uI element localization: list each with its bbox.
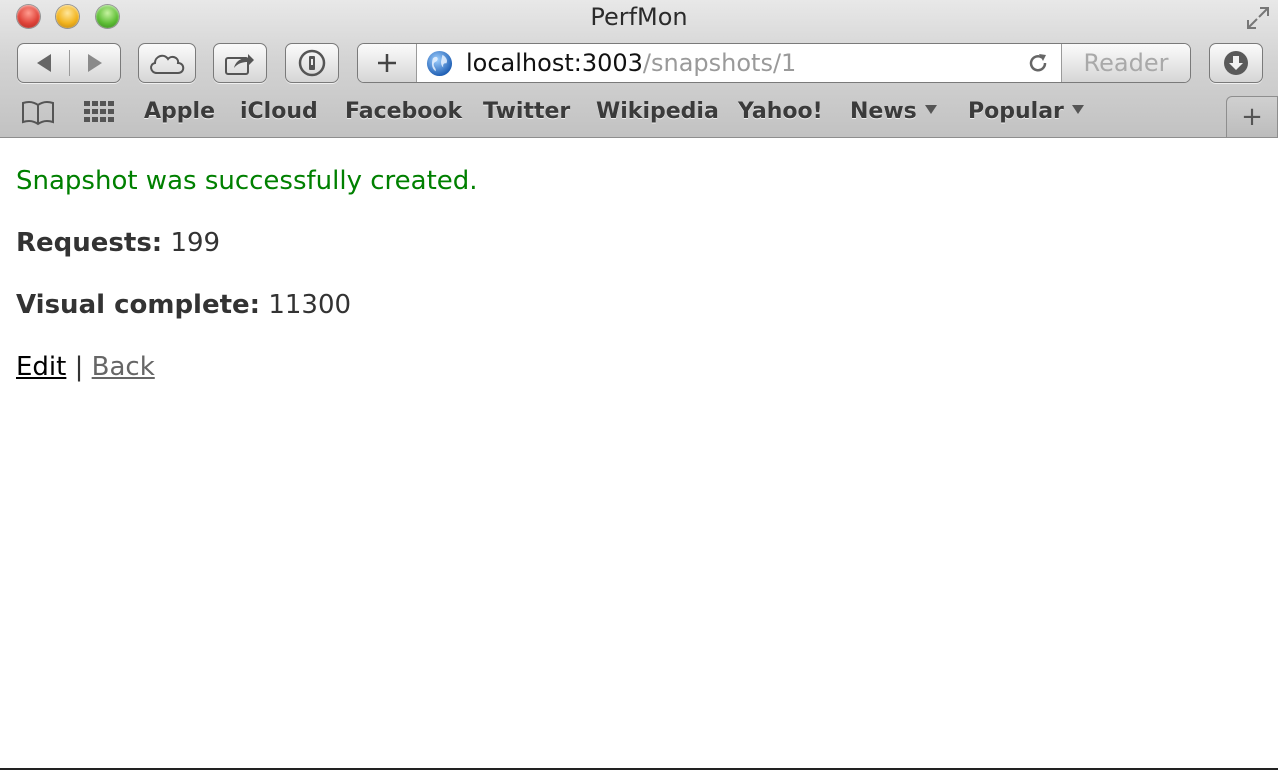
nav-divider — [69, 50, 70, 76]
requests-row: Requests: 199 — [16, 228, 220, 258]
bookmarks-bar: Apple iCloud Facebook Twitter Wikipedia … — [0, 92, 1278, 132]
password-manager-button[interactable] — [285, 43, 339, 83]
bookmark-wikipedia[interactable]: Wikipedia — [596, 92, 719, 132]
requests-label: Requests: — [16, 228, 163, 258]
reload-icon[interactable] — [1026, 51, 1050, 75]
requests-value: 199 — [170, 228, 221, 258]
visual-complete-row: Visual complete: 11300 — [16, 290, 351, 320]
plus-icon — [378, 54, 396, 72]
fullscreen-icon[interactable] — [1244, 4, 1272, 32]
download-icon — [1224, 51, 1248, 75]
reading-list-icon[interactable] — [21, 98, 55, 126]
reader-button[interactable]: Reader — [1061, 44, 1190, 82]
url-path: /snapshots/1 — [642, 49, 797, 77]
success-notice: Snapshot was successfully created. — [16, 166, 478, 196]
window-title: PerfMon — [590, 3, 688, 31]
share-icon — [225, 54, 254, 75]
bookmark-yahoo[interactable]: Yahoo! — [738, 92, 823, 132]
url-text[interactable]: localhost:3003/snapshots/1 — [466, 44, 796, 82]
url-host: localhost:3003 — [466, 49, 643, 77]
back-arrow-icon — [36, 54, 51, 72]
back-link[interactable]: Back — [92, 352, 155, 382]
visual-complete-label: Visual complete: — [16, 290, 261, 320]
icloud-icon — [150, 54, 185, 74]
address-bar[interactable]: localhost:3003/snapshots/1 Reader — [357, 43, 1191, 83]
bookmark-facebook[interactable]: Facebook — [345, 92, 462, 132]
bookmark-apple[interactable]: Apple — [144, 92, 215, 132]
add-bookmark-button[interactable] — [358, 44, 417, 82]
bookmark-popular-label: Popular — [968, 99, 1064, 124]
password-icon — [298, 49, 326, 77]
icloud-tabs-button[interactable] — [138, 43, 196, 83]
visual-complete-value: 11300 — [268, 290, 352, 320]
downloads-button[interactable] — [1209, 43, 1263, 83]
bookmark-folder-news[interactable]: News — [850, 92, 937, 132]
page-content: Snapshot was successfully created. Reque… — [16, 138, 1278, 770]
bookmark-news-label: News — [850, 99, 917, 124]
history-nav-group — [17, 43, 121, 83]
chevron-down-icon — [1071, 104, 1084, 114]
forward-arrow-icon — [87, 54, 102, 72]
browser-chrome: PerfMon localhost:3003/snapshots/1 Reade… — [0, 0, 1278, 138]
edit-link[interactable]: Edit — [16, 352, 66, 382]
globe-icon — [426, 50, 453, 77]
link-separator: | — [74, 352, 84, 382]
bookmark-folder-popular[interactable]: Popular — [968, 92, 1084, 132]
forward-button[interactable] — [69, 44, 120, 82]
back-button[interactable] — [18, 44, 69, 82]
bookmark-twitter[interactable]: Twitter — [483, 92, 570, 132]
share-button[interactable] — [213, 43, 267, 83]
chevron-down-icon — [924, 104, 937, 114]
bookmark-icloud[interactable]: iCloud — [240, 92, 318, 132]
action-links: Edit | Back — [16, 352, 155, 382]
top-sites-icon[interactable] — [82, 98, 116, 126]
new-tab-button[interactable]: + — [1226, 96, 1278, 137]
